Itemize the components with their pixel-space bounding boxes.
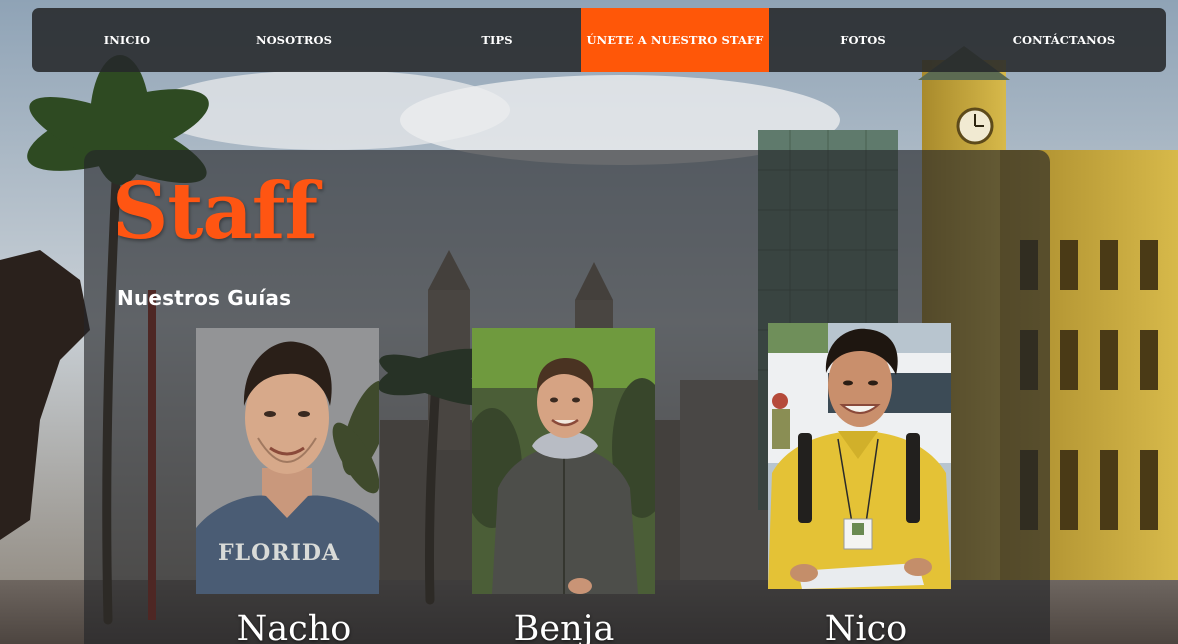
nav-item-fotos[interactable]: FOTOS: [808, 8, 918, 72]
page-subtitle: Nuestros Guías: [117, 286, 292, 310]
svg-text:FLORIDA: FLORIDA: [218, 540, 340, 566]
nav-item-nosotros[interactable]: NOSOTROS: [224, 8, 364, 72]
nav-item-tips[interactable]: TIPS: [452, 8, 542, 72]
guide-photo-benja-icon[interactable]: [472, 328, 655, 594]
nav-item-unete-staff[interactable]: ÚNETE A NUESTRO STAFF: [581, 8, 769, 72]
page-title: Staff: [112, 166, 318, 257]
guide-photo-nacho-icon[interactable]: FLORIDA: [196, 328, 379, 594]
guide-name-nico: Nico: [824, 609, 908, 644]
nav-item-inicio[interactable]: INICIO: [68, 8, 186, 72]
guide-photo-nico-icon[interactable]: [768, 323, 951, 589]
nav-item-contactanos[interactable]: CONTÁCTANOS: [999, 8, 1129, 72]
main-navigation: INICIO NOSOTROS TIPS ÚNETE A NUESTRO STA…: [32, 8, 1166, 72]
guide-name-benja: Benja: [513, 609, 615, 644]
guide-name-nacho: Nacho: [236, 609, 352, 644]
